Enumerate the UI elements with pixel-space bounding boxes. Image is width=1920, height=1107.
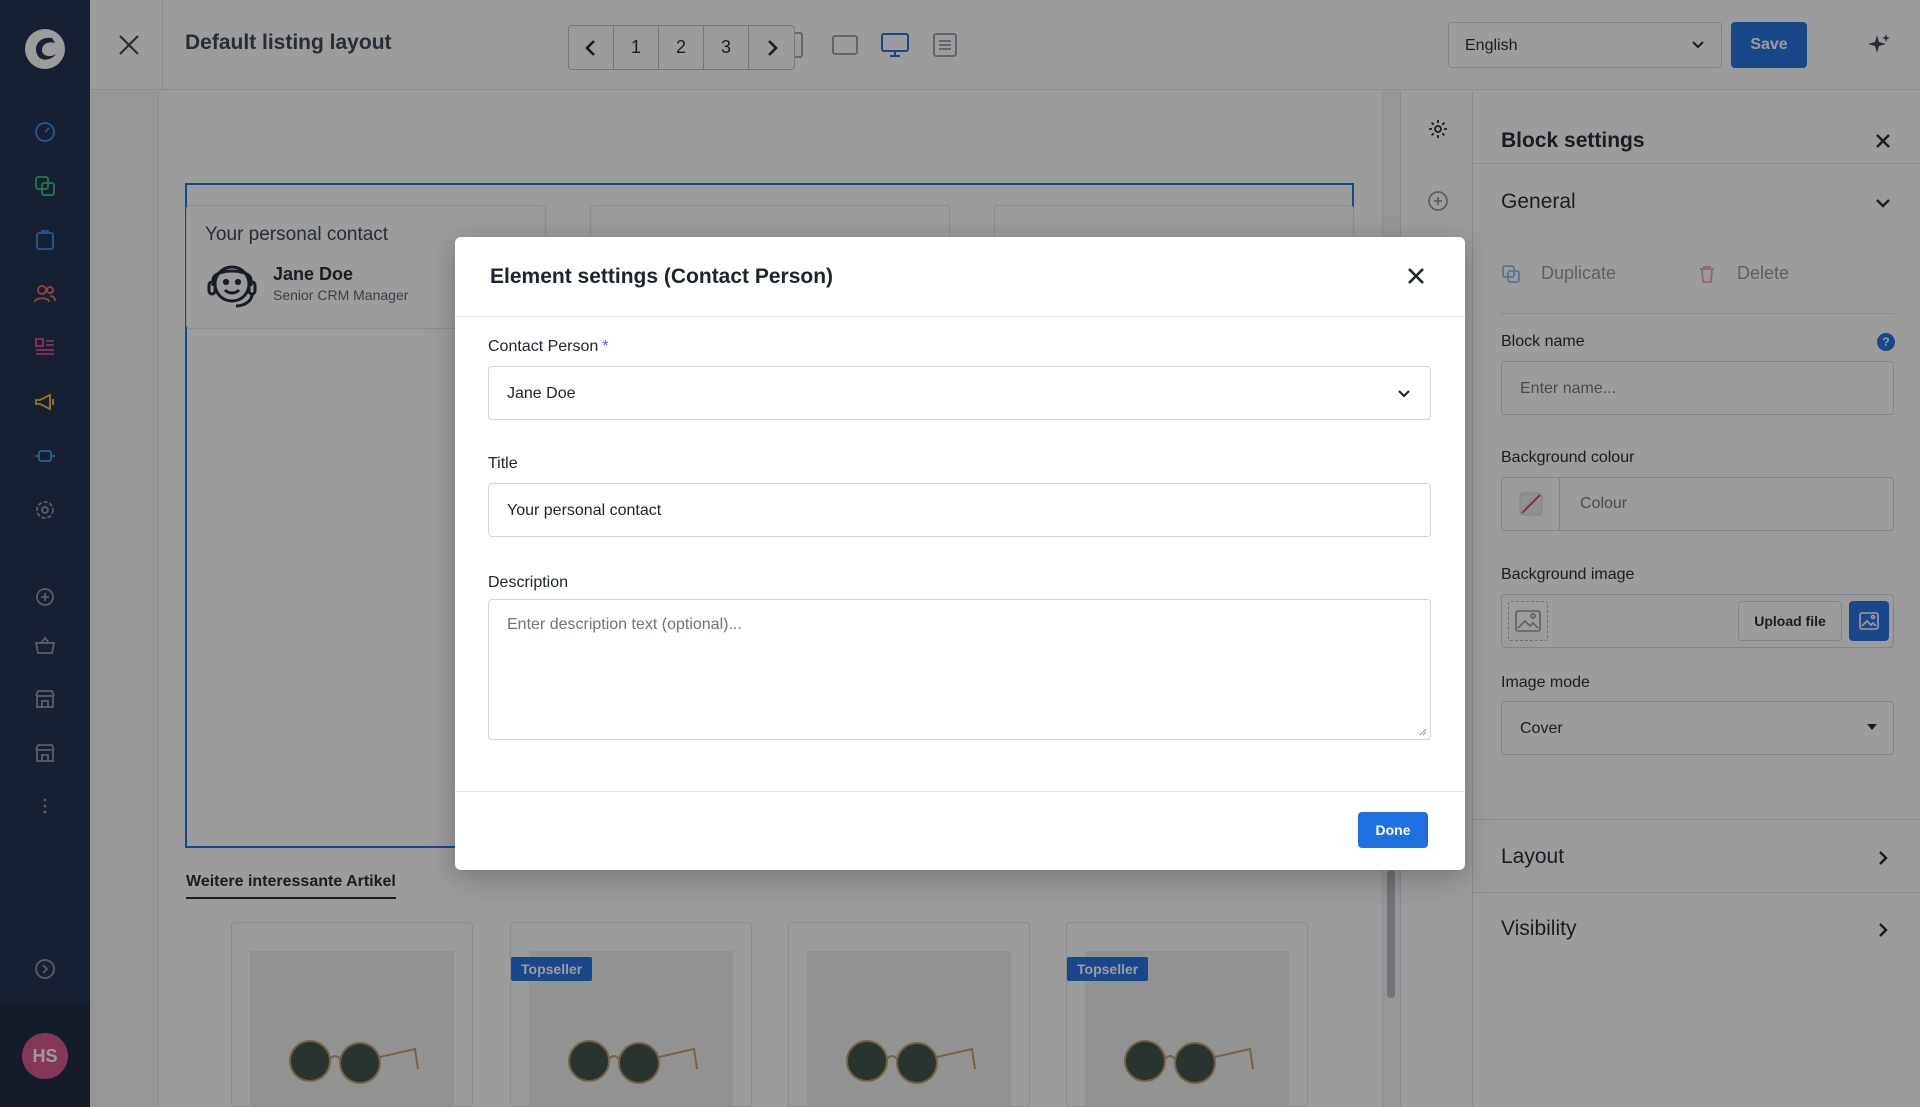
contact-person-select[interactable]: Jane Doe	[488, 366, 1431, 420]
modal-title: Element settings (Contact Person)	[490, 265, 834, 288]
contact-person-value: Jane Doe	[507, 385, 576, 402]
close-icon[interactable]	[1403, 263, 1429, 289]
done-button[interactable]: Done	[1358, 812, 1428, 848]
element-settings-modal: Element settings (Contact Person) Contac…	[455, 237, 1465, 870]
description-label: Description	[488, 574, 569, 591]
resize-grip-icon[interactable]	[1417, 726, 1427, 736]
contact-person-label: Contact Person *	[488, 338, 609, 356]
description-textarea[interactable]: Enter description text (optional)...	[488, 599, 1431, 740]
required-mark: *	[602, 338, 609, 355]
description-placeholder: Enter description text (optional)...	[507, 616, 742, 633]
title-label: Title	[488, 455, 518, 472]
modal-divider	[455, 316, 1465, 317]
chevron-down-icon	[1398, 390, 1410, 398]
title-input[interactable]: Your personal contact	[488, 483, 1431, 537]
contact-person-label-text: Contact Person	[488, 338, 599, 355]
modal-divider	[455, 791, 1465, 792]
